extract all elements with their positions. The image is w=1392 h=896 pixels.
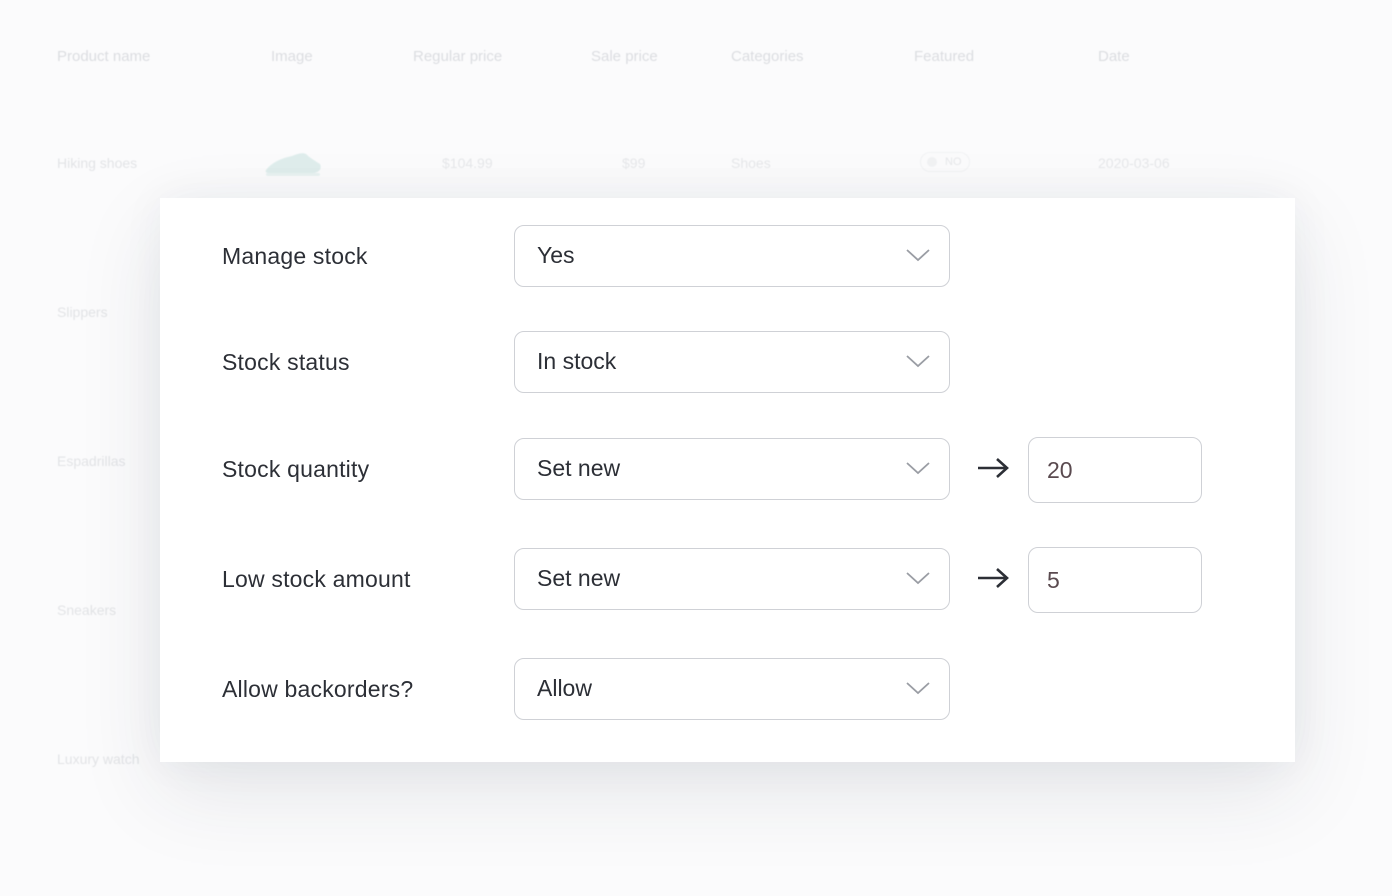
header-regular-price: Regular price [413, 48, 503, 65]
low-stock-amount-row: Low stock amount Set new [160, 547, 1295, 613]
stock-status-label: Stock status [222, 349, 350, 375]
row-name-luxury-watch: Luxury watch [57, 751, 140, 767]
chevron-down-icon [906, 572, 930, 585]
allow-backorders-select[interactable]: Allow [514, 658, 950, 720]
stock-quantity-row: Stock quantity Set new [160, 437, 1295, 503]
manage-stock-label: Manage stock [222, 243, 368, 269]
chevron-down-icon [906, 462, 930, 475]
arrow-right-icon [978, 568, 1009, 588]
chevron-down-icon [906, 355, 930, 368]
header-categories: Categories [731, 48, 804, 65]
row-sale-price: $99 [622, 155, 646, 171]
row-category: Shoes [731, 155, 771, 171]
chevron-down-icon [906, 682, 930, 695]
row-name-sneakers: Sneakers [57, 602, 117, 618]
stock-quantity-input[interactable] [1028, 437, 1202, 503]
chevron-down-icon [906, 249, 930, 262]
allow-backorders-label: Allow backorders? [222, 676, 414, 702]
manage-stock-select[interactable]: Yes [514, 225, 950, 287]
row-name-espadrillas: Espadrillas [57, 453, 126, 469]
allow-backorders-value: Allow [537, 675, 592, 701]
header-date: Date [1098, 48, 1130, 65]
manage-stock-row: Manage stock Yes [160, 224, 1295, 288]
stock-status-select[interactable]: In stock [514, 331, 950, 393]
featured-toggle: NO [920, 152, 970, 172]
stock-status-row: Stock status In stock [160, 330, 1295, 394]
row-name-hiking-shoes: Hiking shoes [57, 155, 138, 171]
row-date: 2020-03-06 [1098, 155, 1170, 171]
low-stock-amount-label: Low stock amount [222, 566, 411, 592]
row-regular-price: $104.99 [442, 155, 493, 171]
arrow-right-icon [978, 458, 1009, 478]
low-stock-amount-mode-value: Set new [537, 565, 621, 591]
header-sale-price: Sale price [591, 48, 658, 65]
stock-status-value: In stock [537, 348, 617, 374]
header-image: Image [271, 48, 313, 65]
stock-quantity-mode-select[interactable]: Set new [514, 438, 950, 500]
low-stock-amount-mode-select[interactable]: Set new [514, 548, 950, 610]
header-featured: Featured [914, 48, 975, 65]
allow-backorders-row: Allow backorders? Allow [160, 657, 1295, 721]
low-stock-amount-input[interactable] [1028, 547, 1202, 613]
stock-quantity-mode-value: Set new [537, 455, 621, 481]
stock-edit-panel: Manage stock Yes Stock status In stock S… [160, 198, 1295, 762]
shoe-image [265, 153, 321, 176]
stock-quantity-label: Stock quantity [222, 456, 370, 482]
row-name-slippers: Slippers [57, 304, 108, 320]
header-product-name: Product name [57, 48, 151, 65]
manage-stock-value: Yes [537, 242, 575, 268]
